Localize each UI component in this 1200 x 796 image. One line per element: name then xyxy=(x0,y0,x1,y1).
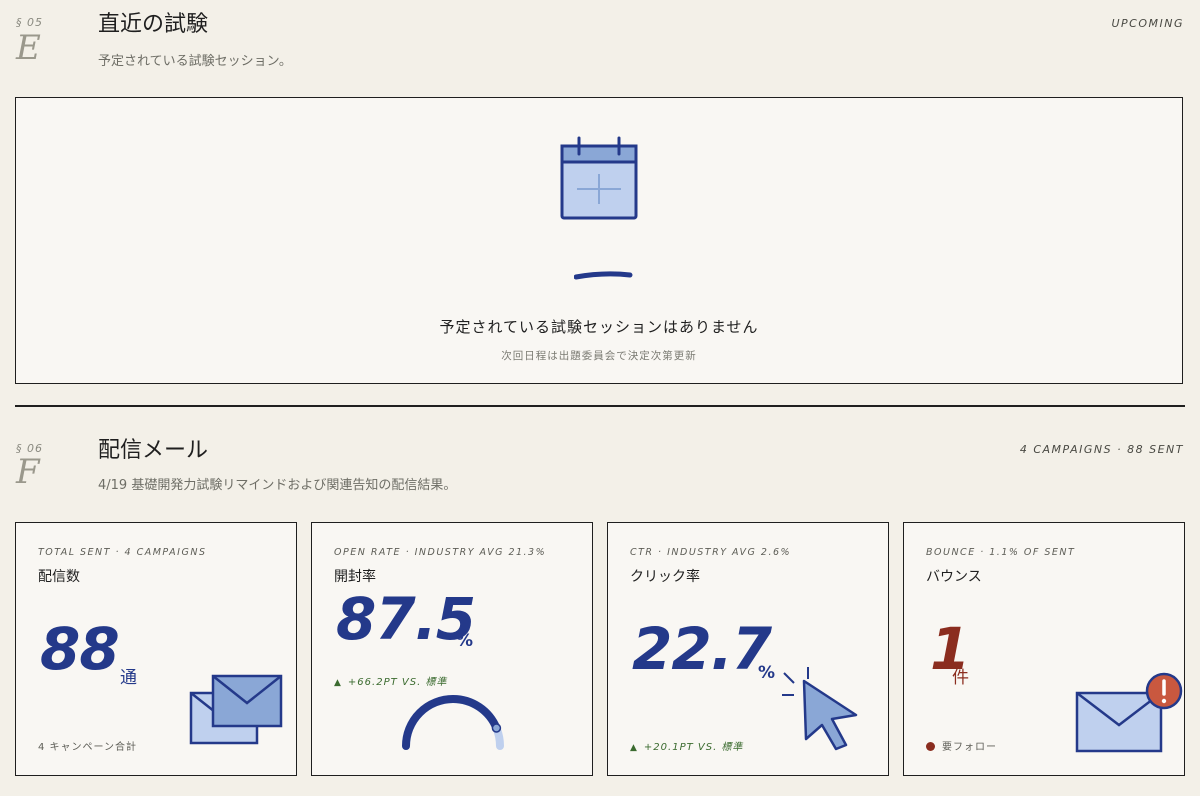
delta-text: +20.1PT VS. 標準 xyxy=(643,742,744,753)
up-arrow-icon: ▲ xyxy=(630,743,638,753)
card-label: OPEN RATE · INDUSTRY AVG 21.3% xyxy=(334,547,547,558)
section-f-subtitle: 4/19 基礎開発力試験リマインドおよび関連告知の配信結果。 xyxy=(98,478,457,493)
card-label: BOUNCE · 1.1% OF SENT xyxy=(926,547,1076,558)
dash-mark-icon xyxy=(574,271,633,280)
card-title: 開封率 xyxy=(334,569,376,585)
card-title: バウンス xyxy=(926,569,982,585)
card-label: CTR · INDUSTRY AVG 2.6% xyxy=(630,547,792,558)
empty-state-title: 予定されている試験セッションはありません xyxy=(439,318,759,336)
card-title: クリック率 xyxy=(630,569,700,585)
section-e-title: 直近の試験 xyxy=(98,12,209,37)
envelope-stack-icon xyxy=(189,674,283,745)
bounce-status: 要フォロー xyxy=(926,738,997,753)
section-f-title: 配信メール xyxy=(98,438,209,463)
section-e-subtitle: 予定されている試験セッション。 xyxy=(98,54,292,69)
open-rate-delta: ▲ +66.2PT VS. 標準 xyxy=(334,673,447,688)
calendar-plus-icon xyxy=(560,136,638,220)
empty-state-panel: 予定されている試験セッションはありません 次回日程は出題委員会で決定次第更新 xyxy=(15,97,1183,384)
status-text: 要フォロー xyxy=(942,742,997,753)
total-sent-value: 88 xyxy=(40,615,120,683)
bounce-card[interactable]: BOUNCE · 1.1% OF SENT バウンス 1 件 要フォロー xyxy=(903,522,1185,776)
card-footnote: 4 キャンペーン合計 xyxy=(38,742,138,753)
ctr-delta: ▲ +20.1PT VS. 標準 xyxy=(630,738,743,753)
up-arrow-icon: ▲ xyxy=(334,678,342,688)
open-rate-card[interactable]: OPEN RATE · INDUSTRY AVG 21.3% 開封率 87.5 … xyxy=(311,522,593,776)
empty-state-subtitle: 次回日程は出題委員会で決定次第更新 xyxy=(501,350,697,362)
ctr-card[interactable]: CTR · INDUSTRY AVG 2.6% クリック率 22.7 % ▲ +2… xyxy=(607,522,889,776)
card-label: TOTAL SENT · 4 CAMPAIGNS xyxy=(38,547,207,558)
gauge-icon xyxy=(402,695,504,750)
ctr-value: 22.7 xyxy=(632,615,772,683)
open-rate-unit: % xyxy=(456,631,474,651)
section-e-tag: UPCOMING xyxy=(1111,17,1184,30)
card-title: 配信数 xyxy=(38,569,80,585)
ctr-unit: % xyxy=(758,663,776,683)
section-f-tag: 4 CAMPAIGNS · 88 SENT xyxy=(1019,443,1184,456)
total-sent-unit: 通 xyxy=(120,668,137,688)
bounce-unit: 件 xyxy=(952,668,969,688)
delta-text: +66.2PT VS. 標準 xyxy=(347,677,448,688)
cursor-click-icon xyxy=(782,667,858,751)
total-sent-card[interactable]: TOTAL SENT · 4 CAMPAIGNS 配信数 88 通 4 キャンペ… xyxy=(15,522,297,776)
section-divider xyxy=(15,405,1185,407)
section-f-letter: F xyxy=(16,452,40,492)
open-rate-value: 87.5 xyxy=(336,585,476,653)
status-dot xyxy=(926,742,935,751)
section-e-letter: E xyxy=(16,28,41,68)
envelope-alert-icon xyxy=(1075,672,1183,753)
